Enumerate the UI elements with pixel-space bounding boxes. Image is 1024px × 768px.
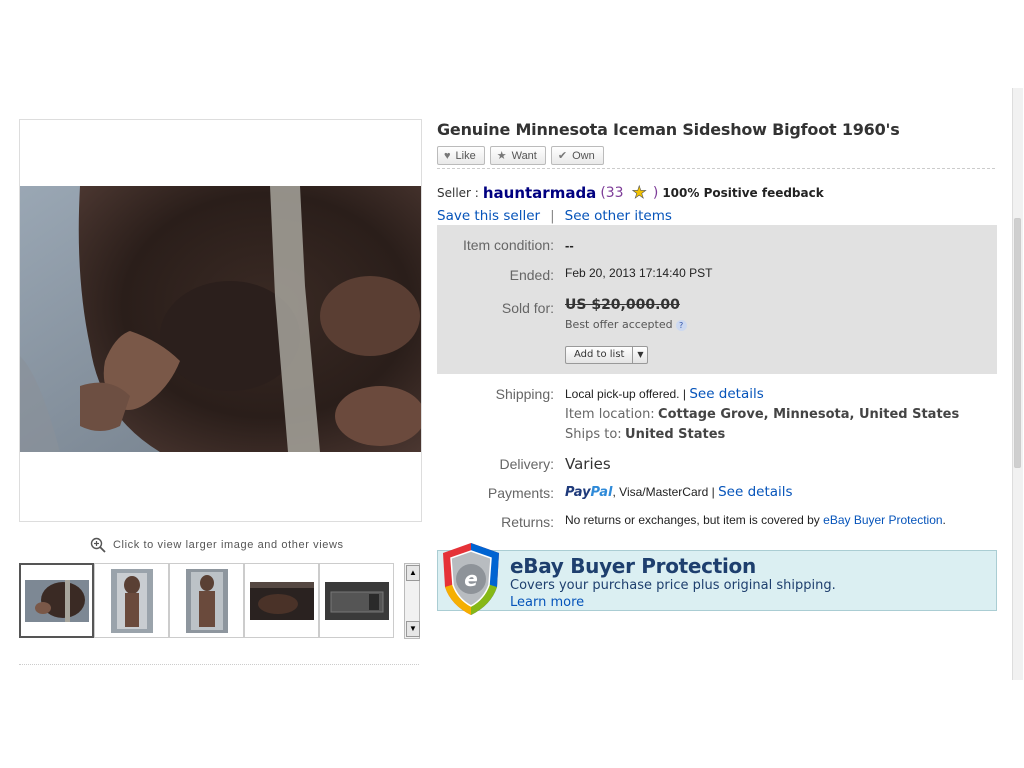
zoom-hint-text: Click to view larger image and other vie… <box>113 539 344 551</box>
own-label: Own <box>572 149 595 162</box>
ebay-shield-icon: e <box>443 543 499 615</box>
payments-see-details-link[interactable]: See details <box>718 484 792 500</box>
thumbnail-strip <box>19 563 399 638</box>
heart-icon: ♥ <box>444 149 451 162</box>
positive-feedback: 100% Positive feedback <box>662 186 824 200</box>
best-offer-status: Best offer accepted? <box>565 318 687 331</box>
thumbnail-3[interactable] <box>169 563 244 638</box>
checkmark-icon: ✔ <box>557 150 568 162</box>
delivery-value: Varies <box>565 455 611 473</box>
returns-value: No returns or exchanges, but item is cov… <box>565 513 946 527</box>
social-buttons: ♥ Like ★ Want ✔ Own <box>437 146 604 165</box>
location-label: Item location: <box>565 407 655 422</box>
like-label: Like <box>455 149 476 162</box>
paypal-pal: Pal <box>590 485 613 500</box>
main-image-frame[interactable] <box>19 119 422 522</box>
payment-methods: , Visa/MasterCard | <box>612 485 715 499</box>
want-button[interactable]: ★ Want <box>489 146 546 165</box>
own-button[interactable]: ✔ Own <box>550 146 604 165</box>
seller-links: Save this seller | See other items <box>437 208 672 224</box>
buyer-protection-link[interactable]: eBay Buyer Protection <box>823 513 942 527</box>
best-offer-text: Best offer accepted <box>565 318 673 331</box>
buyer-protection-subtitle: Covers your purchase price plus original… <box>510 578 836 593</box>
svg-text:e: e <box>464 567 478 591</box>
learn-more-link[interactable]: Learn more <box>510 595 584 610</box>
returns-period: . <box>942 513 946 527</box>
buyer-protection-banner[interactable]: e eBay Buyer Protection Covers your purc… <box>437 543 997 615</box>
delivery-label: Delivery: <box>499 456 554 472</box>
condition-value: -- <box>565 238 574 253</box>
payments-value: PayPal, Visa/MasterCard | See details <box>565 484 793 500</box>
page-scrollbar[interactable] <box>1012 88 1023 680</box>
payments-label: Payments: <box>487 485 554 501</box>
magnifier-zoom-icon <box>90 537 106 553</box>
paypal-pay: Pay <box>565 485 591 500</box>
help-question-icon[interactable]: ? <box>675 319 687 331</box>
paypal-logo: PayPal <box>565 485 612 500</box>
ended-value: Feb 20, 2013 17:14:40 PST <box>565 266 713 280</box>
condition-label: Item condition: <box>462 237 554 253</box>
item-title: Genuine Minnesota Iceman Sideshow Bigfoo… <box>437 120 900 139</box>
like-button[interactable]: ♥ Like <box>437 146 485 165</box>
want-label: Want <box>511 149 537 162</box>
sold-for-label: Sold for: <box>501 300 554 316</box>
returns-label: Returns: <box>501 514 554 530</box>
ships-to: Ships to: United States <box>565 427 725 442</box>
page-scrollbar-thumb[interactable] <box>1014 218 1021 468</box>
shipping-label: Shipping: <box>495 386 554 402</box>
seller-links-separator: | <box>550 208 555 224</box>
zoom-hint[interactable]: Click to view larger image and other vie… <box>90 536 344 554</box>
scroll-up-arrow-icon[interactable]: ▲ <box>406 565 420 581</box>
seller-label: Seller : <box>437 186 479 200</box>
title-divider <box>437 168 995 169</box>
add-to-list-label[interactable]: Add to list <box>566 347 634 363</box>
thumbnail-2[interactable] <box>94 563 169 638</box>
shipping-text: Local pick-up offered. | <box>565 387 686 401</box>
buyer-protection-title: eBay Buyer Protection <box>510 554 756 578</box>
seller-name-link[interactable]: hauntarmada <box>483 184 596 202</box>
see-other-items-link[interactable]: See other items <box>565 208 672 224</box>
feedback-score-close: ) <box>652 185 659 201</box>
shipping-value: Local pick-up offered. | See details <box>565 386 764 402</box>
scroll-down-arrow-icon[interactable]: ▼ <box>406 621 420 637</box>
shipping-payment-section: Shipping: Local pick-up offered. | See d… <box>437 380 997 540</box>
thumbnail-5[interactable] <box>319 563 394 638</box>
feedback-star-icon: ★ <box>631 183 647 203</box>
returns-text: No returns or exchanges, but item is cov… <box>565 513 820 527</box>
save-seller-link[interactable]: Save this seller <box>437 208 540 224</box>
location-value: Cottage Grove, Minnesota, United States <box>658 407 960 422</box>
sold-price: US $20,000.00 <box>565 297 680 313</box>
thumbnail-1[interactable] <box>19 563 94 638</box>
main-item-photo[interactable] <box>20 186 421 452</box>
star-icon: ★ <box>496 150 507 162</box>
thumbnail-4[interactable] <box>244 563 319 638</box>
chevron-down-icon[interactable]: ▼ <box>633 347 647 363</box>
left-divider <box>19 664 419 665</box>
thumbnail-scrollbar[interactable]: ▲ ▼ <box>404 563 420 639</box>
feedback-score-link[interactable]: (33 <box>600 185 623 201</box>
add-to-list-button[interactable]: Add to list ▼ <box>565 346 649 364</box>
ended-label: Ended: <box>509 267 554 283</box>
ships-to-label: Ships to: <box>565 427 622 442</box>
item-details-box: Item condition: -- Ended: Feb 20, 2013 1… <box>437 225 997 374</box>
seller-info: Seller : hauntarmada (33 ★ ) 100% Positi… <box>437 183 824 203</box>
ships-to-value: United States <box>625 427 726 442</box>
shipping-see-details-link[interactable]: See details <box>689 386 763 402</box>
item-location: Item location: Cottage Grove, Minnesota,… <box>565 407 959 422</box>
